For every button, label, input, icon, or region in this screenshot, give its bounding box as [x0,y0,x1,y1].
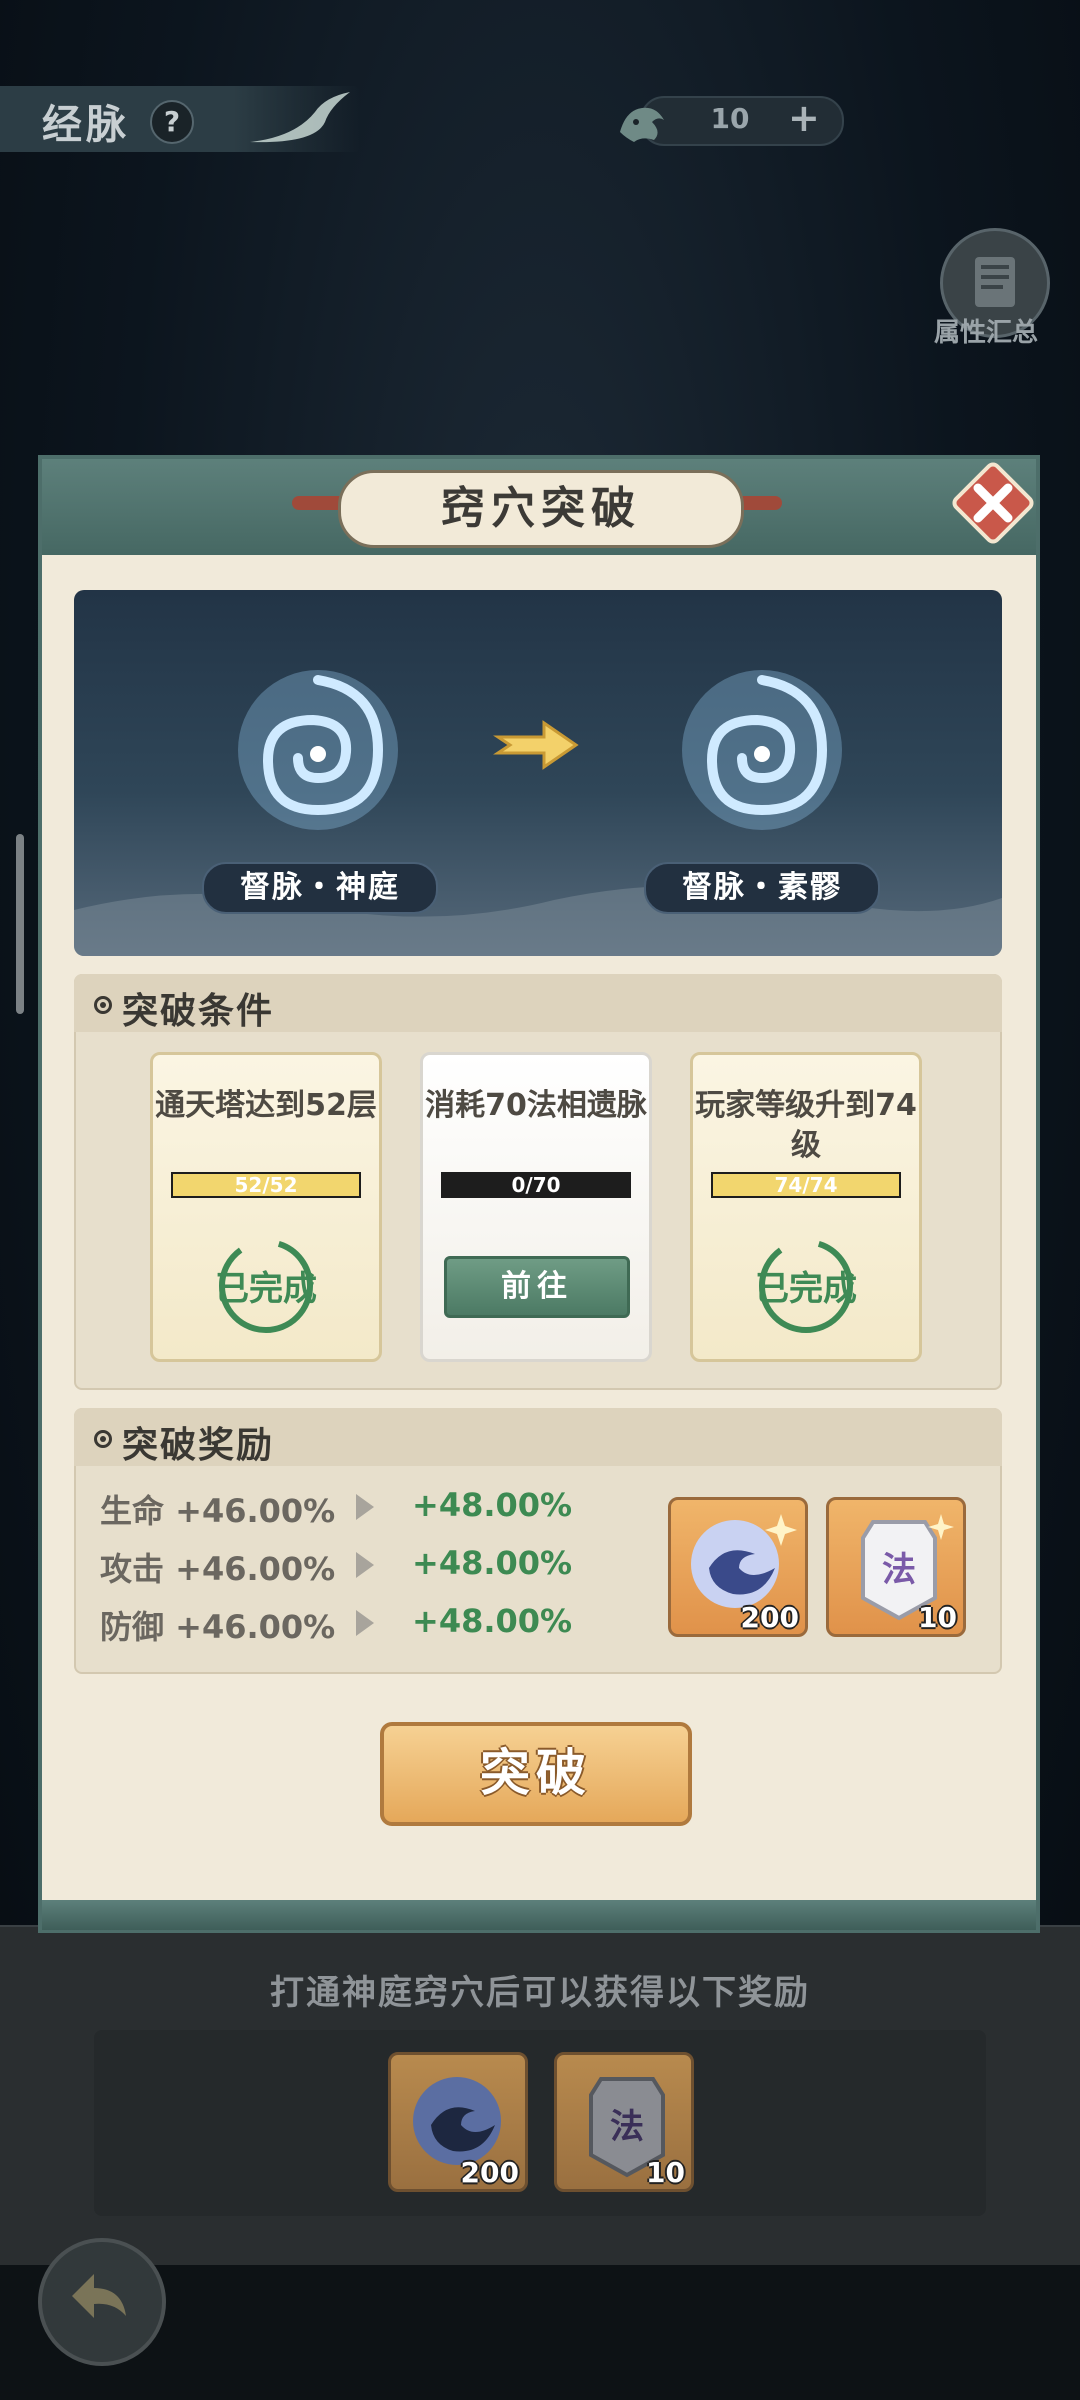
stat-hp-current: 生命 +46.00% [100,1492,336,1530]
decorative-swoosh-icon [250,92,350,143]
completed-stamp-icon: 已完成 [215,1239,317,1333]
stat-def-new: +48.00% [412,1602,573,1640]
progress-text: 52/52 [234,1173,298,1197]
add-currency-button[interactable]: + [788,96,820,140]
back-arrow-icon [72,2274,126,2318]
help-question-icon[interactable]: ? [150,100,194,144]
item-count: 10 [918,1601,957,1634]
to-node-label: 督脉・素髎 [644,862,880,914]
progress-text: 74/74 [774,1173,838,1197]
currency-value: 10 [710,102,750,135]
stamp-text: 已完成 [215,1269,317,1309]
reward-item[interactable]: 200 [668,1497,808,1637]
to-vortex-icon [682,670,842,830]
go-button[interactable]: 前往 [444,1256,630,1318]
item-count: 200 [460,2156,519,2189]
item-count: 10 [646,2156,685,2189]
progress-bar: 52/52 [171,1172,361,1198]
back-button[interactable] [38,2238,166,2366]
completed-stamp-icon: 已完成 [755,1239,857,1333]
arrow-icon [356,1494,374,1520]
close-icon[interactable] [950,460,1036,546]
arrow-right-icon [493,720,579,770]
page-title: 经脉 [42,102,130,148]
progress-bar: 0/70 [441,1172,631,1198]
bottom-reward-strip [94,2030,986,2216]
bullet-icon [94,996,112,1014]
attribute-summary-label: 属性汇总 [934,318,1039,348]
stamp-text: 已完成 [755,1269,857,1309]
bottom-reward-text: 打通神庭窍穴后可以获得以下奖励 [270,1973,810,2013]
stat-def-current: 防御 +46.00% [100,1608,336,1646]
arrow-icon [356,1610,374,1636]
modal-footer [42,1900,1036,1930]
stat-atk-current: 攻击 +46.00% [100,1550,336,1588]
from-node-label: 督脉・神庭 [202,862,438,914]
progress-text: 0/70 [511,1173,561,1197]
condition-text: 玩家等级升到74级 [695,1088,917,1163]
token-glyph: 法 [882,1550,916,1590]
condition-text: 消耗70法相遗脉 [425,1088,647,1123]
bottom-reward-item[interactable]: 200 [388,2052,528,2192]
rewards-title: 突破奖励 [122,1425,275,1466]
progress-bar: 74/74 [711,1172,901,1198]
bullet-icon [94,1430,112,1448]
modal-title: 窍穴突破 [338,470,744,548]
conditions-title: 突破条件 [122,991,275,1032]
scrollbar[interactable] [16,834,24,1014]
stat-atk-new: +48.00% [412,1544,573,1582]
stat-hp-new: +48.00% [412,1486,573,1524]
condition-text: 通天塔达到52层 [155,1088,377,1123]
reward-item[interactable]: 法 10 [826,1497,966,1637]
beast-currency-icon [620,107,664,142]
arrow-icon [356,1552,374,1578]
item-count: 200 [740,1601,799,1634]
from-vortex-icon [238,670,398,830]
breakthrough-button[interactable]: 突破 [380,1722,692,1826]
bottom-reward-item[interactable]: 法 10 [554,2052,694,2192]
token-glyph: 法 [610,2107,644,2147]
